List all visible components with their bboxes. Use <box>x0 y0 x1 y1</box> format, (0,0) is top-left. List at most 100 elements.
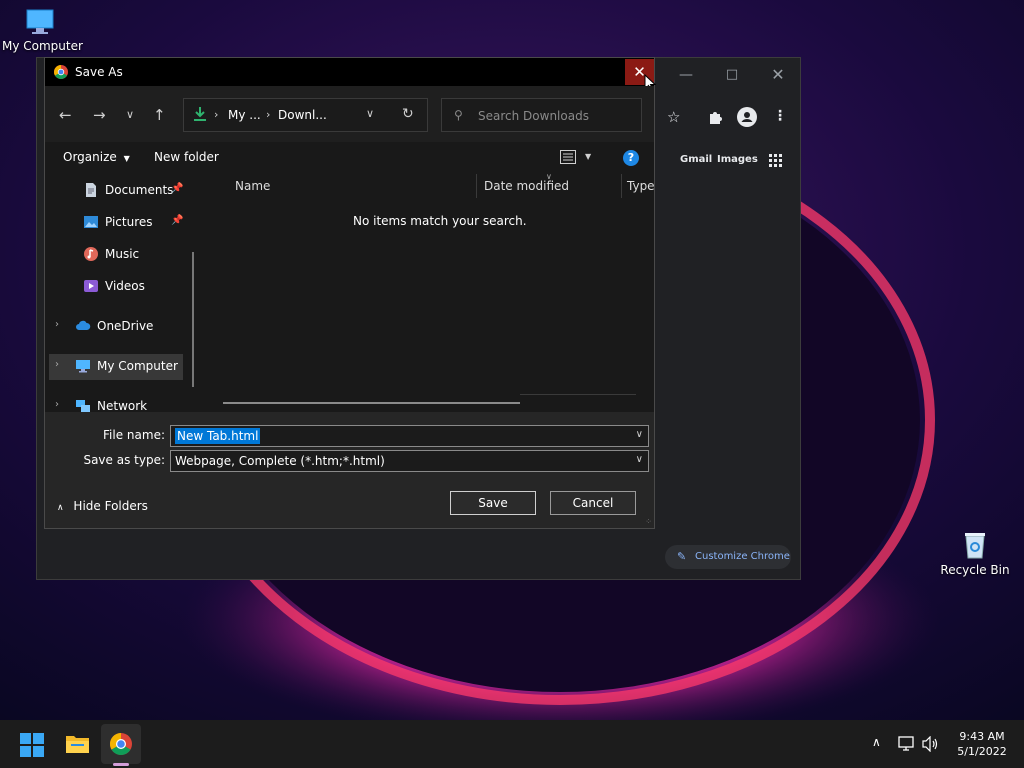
extensions-icon[interactable] <box>707 109 723 125</box>
folder-icon <box>66 736 89 753</box>
taskbar-file-explorer[interactable] <box>57 724 97 764</box>
nav-item-label: Documents <box>105 183 174 197</box>
customize-chrome-button[interactable]: ✎ Customize Chrome <box>665 545 791 569</box>
search-box[interactable]: ⚲ <box>441 98 642 132</box>
view-options-icon[interactable] <box>560 150 576 164</box>
hide-folders-label: Hide Folders <box>73 499 148 513</box>
forward-arrow-icon[interactable]: → <box>93 106 106 124</box>
dialog-title-bar[interactable]: Save As ✕ <box>45 58 656 92</box>
chevron-down-icon[interactable]: ∨ <box>636 454 643 465</box>
dialog-footer: File name: New Tab.html ∨ Save as type: … <box>45 412 654 528</box>
active-app-indicator <box>113 763 129 766</box>
nav-item-label: Pictures <box>105 215 153 229</box>
chevron-down-icon[interactable]: ∨ <box>636 429 643 440</box>
system-clock[interactable]: 9:43 AM 5/1/2022 <box>950 729 1014 759</box>
taskbar-chrome[interactable] <box>101 724 141 764</box>
save-as-type-select[interactable]: Webpage, Complete (*.htm;*.html) ∨ <box>170 450 649 472</box>
profile-icon[interactable] <box>737 107 757 127</box>
dialog-title: Save As <box>75 65 123 79</box>
file-name-label: File name: <box>103 428 165 442</box>
nav-item-music[interactable]: Music <box>45 242 183 268</box>
taskbar: ∧ 9:43 AM 5/1/2022 <box>0 720 1024 768</box>
save-as-dialog: Save As ✕ ← → ∨ ↑ › My ... › Downl... ∨ … <box>44 57 656 529</box>
maximize-icon[interactable]: □ <box>717 64 747 86</box>
recycle-bin-icon <box>965 533 985 559</box>
divider <box>520 394 636 395</box>
save-button[interactable]: Save <box>450 491 536 515</box>
clock-date: 5/1/2022 <box>957 745 1007 758</box>
save-as-type-label: Save as type: <box>83 453 165 467</box>
bookmark-star-icon[interactable]: ☆ <box>667 108 680 126</box>
search-icon: ⚲ <box>454 108 463 122</box>
organize-button[interactable]: Organize ▼ <box>63 150 130 164</box>
nav-item-documents[interactable]: Documents 📌 <box>45 178 183 204</box>
command-bar: Organize ▼ New folder ▼ ? <box>45 142 654 172</box>
desktop-icon-label: Recycle Bin <box>940 563 1010 577</box>
nav-item-label: Music <box>105 247 140 261</box>
address-bar[interactable]: › My ... › Downl... ∨ ↻ <box>183 98 428 132</box>
search-input[interactable] <box>478 107 633 125</box>
horizontal-scrollbar[interactable] <box>223 402 520 404</box>
chrome-menu-icon[interactable]: ⋮ <box>773 108 787 124</box>
back-arrow-icon[interactable]: ← <box>59 106 72 124</box>
hide-folders-button[interactable]: ∧ Hide Folders <box>57 499 148 513</box>
start-windows-icon[interactable] <box>20 733 44 757</box>
network-icon <box>76 400 90 412</box>
expand-chevron-icon[interactable]: › <box>55 319 59 330</box>
nav-item-videos[interactable]: Videos <box>45 274 183 300</box>
organize-label: Organize <box>63 150 117 164</box>
clock-time: 9:43 AM <box>959 730 1005 743</box>
nav-item-network[interactable]: › Network <box>45 394 183 412</box>
computer-icon <box>76 360 90 373</box>
desktop-icon-recycle-bin[interactable]: Recycle Bin <box>940 530 1010 577</box>
address-dropdown-icon[interactable]: ∨ <box>366 107 374 120</box>
pin-icon: 📌 <box>171 183 184 194</box>
nav-item-pictures[interactable]: Pictures 📌 <box>45 210 183 236</box>
view-dropdown-icon[interactable]: ▼ <box>585 152 591 161</box>
chrome-logo-icon <box>110 733 132 755</box>
pin-icon: 📌 <box>171 215 184 226</box>
apps-grid-icon[interactable] <box>769 154 782 167</box>
breadcrumb-separator-icon: › <box>214 108 219 121</box>
gmail-link[interactable]: Gmail <box>680 154 712 165</box>
volume-icon[interactable] <box>922 736 940 752</box>
file-name-field[interactable]: New Tab.html ∨ <box>170 425 649 447</box>
customize-chrome-label: Customize Chrome <box>695 551 790 562</box>
cancel-button[interactable]: Cancel <box>550 491 636 515</box>
help-icon[interactable]: ? <box>623 150 639 166</box>
column-header-date-modified[interactable]: Date modified <box>484 179 569 193</box>
desktop-icon-my-computer[interactable]: My Computer <box>2 8 83 53</box>
column-divider[interactable] <box>476 174 477 198</box>
nav-item-label: My Computer <box>97 359 178 373</box>
recent-locations-chevron-icon[interactable]: ∨ <box>126 108 134 121</box>
column-header-name[interactable]: Name <box>235 179 270 193</box>
column-header-type[interactable]: Type <box>627 179 655 193</box>
nav-item-label: Videos <box>105 279 145 293</box>
navigation-scrollbar[interactable] <box>192 252 194 387</box>
nav-item-my-computer[interactable]: › My Computer <box>49 354 183 380</box>
dropdown-icon: ▼ <box>123 154 130 163</box>
breadcrumb-separator-icon: › <box>266 108 271 121</box>
file-list: Name ∨ Date modified Type No items match… <box>203 172 655 412</box>
expand-chevron-icon[interactable]: › <box>55 399 59 410</box>
show-hidden-icons-chevron-icon[interactable]: ∧ <box>872 735 881 749</box>
breadcrumb-my-computer[interactable]: My ... <box>228 108 261 122</box>
nav-item-onedrive[interactable]: › OneDrive <box>45 314 183 340</box>
network-status-icon[interactable] <box>898 736 916 752</box>
cloud-icon <box>76 320 91 330</box>
new-folder-button[interactable]: New folder <box>154 150 219 164</box>
videos-icon <box>84 280 98 292</box>
breadcrumb-downloads[interactable]: Downl... <box>278 108 327 122</box>
pencil-icon: ✎ <box>677 550 687 563</box>
minimize-icon[interactable]: — <box>671 64 701 86</box>
up-arrow-icon[interactable]: ↑ <box>153 106 166 124</box>
nav-item-label: Network <box>97 399 148 412</box>
resize-grip-icon[interactable]: ⁘ <box>645 517 652 526</box>
refresh-icon[interactable]: ↻ <box>402 106 414 122</box>
window-close-icon[interactable]: ✕ <box>763 64 793 86</box>
column-divider[interactable] <box>621 174 622 198</box>
expand-chevron-icon[interactable]: › <box>55 359 59 370</box>
images-link[interactable]: Images <box>717 154 758 165</box>
file-name-value[interactable]: New Tab.html <box>175 428 261 444</box>
navigation-pane: Documents 📌 Pictures 📌 Music Videos › On… <box>45 172 203 412</box>
